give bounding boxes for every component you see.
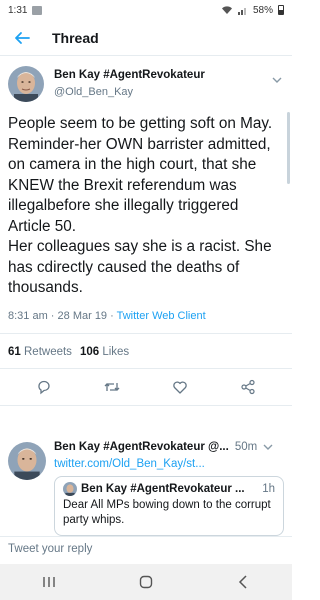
retweets-count-link[interactable]: 61 Retweets	[8, 346, 72, 358]
quoted-tweet[interactable]: Ben Kay #AgentRevokateur ... 1h Dear All…	[54, 476, 284, 536]
engagement-counts: 61 Retweets 106 Likes	[0, 334, 292, 358]
retweets-count: 61	[8, 345, 21, 358]
reply-tweet-link[interactable]: twitter.com/Old_Ben_Kay/st...	[54, 458, 205, 470]
chevron-down-icon[interactable]	[272, 70, 282, 88]
reply-time: 50m	[234, 441, 258, 453]
status-time: 1:31	[8, 4, 28, 16]
wifi-icon	[221, 6, 232, 14]
page-title: Thread	[52, 29, 99, 46]
avatar[interactable]	[8, 66, 44, 102]
author-names[interactable]: Ben Kay #AgentRevokateur @Old_Ben_Kay	[54, 68, 205, 100]
retweet-icon[interactable]	[102, 377, 122, 397]
back-arrow-icon[interactable]	[10, 26, 34, 50]
status-bar: 1:31 58%	[0, 0, 292, 20]
status-right: 58%	[221, 5, 284, 16]
heart-icon[interactable]	[170, 377, 190, 397]
reply-display-name[interactable]: Ben Kay #AgentRevokateur @...	[54, 440, 229, 454]
status-left: 1:31	[8, 4, 43, 16]
handle: @Old_Ben_Kay	[54, 86, 134, 98]
main-tweet: Ben Kay #AgentRevokateur @Old_Ben_Kay Pe…	[0, 56, 292, 406]
chevron-down-icon[interactable]	[263, 440, 273, 454]
home-icon[interactable]	[131, 567, 161, 597]
retweets-label: Retweets	[24, 345, 72, 358]
back-icon[interactable]	[228, 567, 258, 597]
avatar[interactable]	[8, 442, 46, 480]
tweet-timestamp: 8:31 am · 28 Mar 19 ·	[8, 309, 117, 322]
tweet-client-link[interactable]: Twitter Web Client	[117, 310, 206, 322]
quote-time: 1h	[262, 483, 275, 495]
tweet-header: Ben Kay #AgentRevokateur @Old_Ben_Kay	[0, 56, 292, 108]
quote-header: Ben Kay #AgentRevokateur ... 1h	[63, 482, 275, 496]
system-nav-bar	[0, 564, 292, 600]
tweet-meta: 8:31 am · 28 Mar 19 · Twitter Web Client	[0, 299, 292, 323]
likes-count-link[interactable]: 106 Likes	[80, 346, 129, 358]
reply-header: Ben Kay #AgentRevokateur @... 50m	[54, 440, 286, 454]
reply-tweet[interactable]: Ben Kay #AgentRevokateur @... 50m twitte…	[0, 434, 292, 536]
avatar	[63, 482, 77, 496]
likes-label: Likes	[102, 345, 130, 358]
reply-input[interactable]: Tweet your reply	[0, 536, 292, 564]
app-header: Thread	[0, 20, 292, 56]
gallery-notification-icon	[32, 5, 43, 15]
reply-icon[interactable]	[34, 377, 54, 397]
quote-text: Dear All MPs bowing down to the corrupt …	[63, 499, 271, 526]
battery-icon	[278, 5, 284, 15]
battery-percentage: 58%	[252, 4, 273, 16]
share-icon[interactable]	[238, 377, 258, 397]
tweet-text: People seem to be getting soft on May. R…	[8, 115, 273, 296]
likes-count: 106	[79, 345, 100, 358]
recent-apps-icon[interactable]	[34, 567, 64, 597]
display-name: Ben Kay #AgentRevokateur	[54, 69, 205, 81]
signal-icon	[237, 8, 246, 15]
tweet-actions	[0, 367, 292, 406]
quote-display-name: Ben Kay #AgentRevokateur ...	[81, 483, 245, 495]
